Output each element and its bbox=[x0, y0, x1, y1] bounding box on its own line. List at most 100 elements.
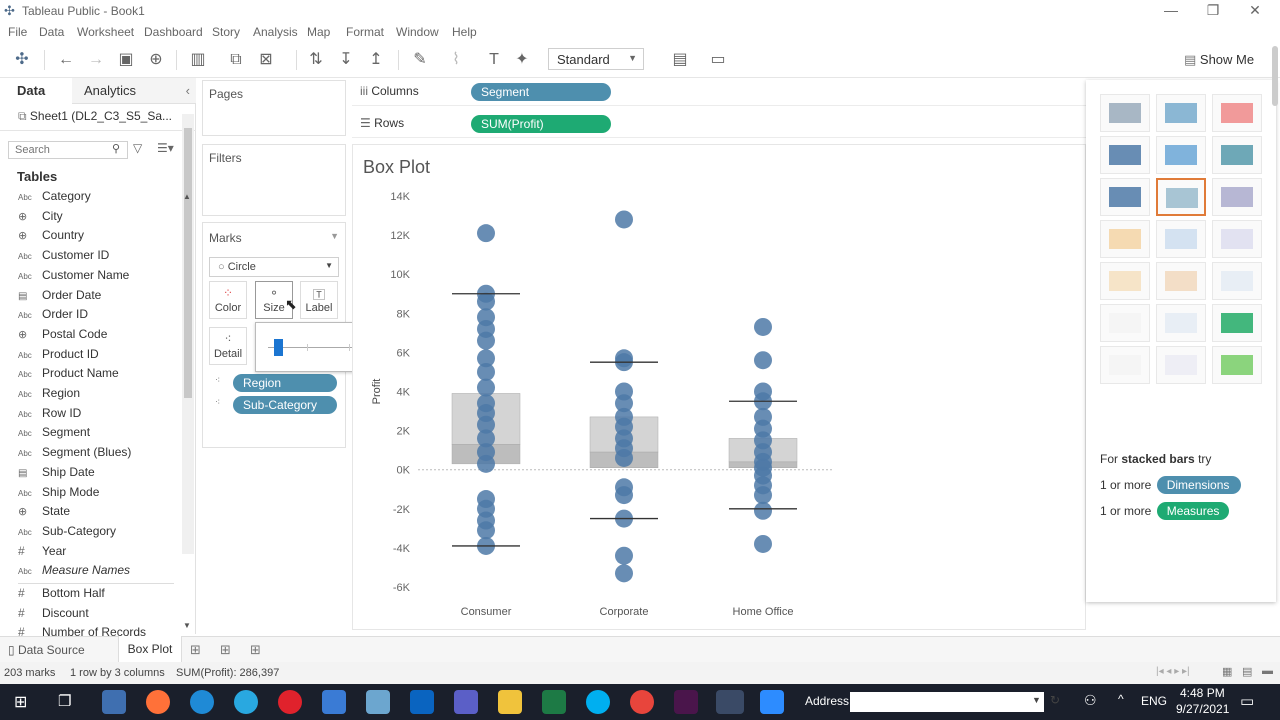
chart-type-thumbnail[interactable] bbox=[1100, 136, 1150, 174]
profit-rows-pill[interactable]: SUM(Profit) bbox=[471, 115, 611, 133]
scroll-down-icon[interactable]: ▼ bbox=[183, 621, 191, 630]
edge-icon[interactable] bbox=[190, 690, 214, 714]
field-item[interactable]: # Discount bbox=[18, 606, 89, 625]
detail-button[interactable]: ⁖ Detail bbox=[209, 327, 247, 365]
show-me-button[interactable]: ▤ Show Me bbox=[1176, 43, 1276, 77]
address-go-icon[interactable]: ↻ bbox=[1050, 693, 1060, 707]
tab-box-plot[interactable]: Box Plot bbox=[118, 636, 182, 663]
sort-descending-icon[interactable]: ↥ bbox=[366, 50, 386, 70]
tableau-public-taskbar-icon[interactable] bbox=[716, 690, 744, 714]
outlook-icon[interactable] bbox=[410, 690, 434, 714]
chart-type-thumbnail[interactable] bbox=[1100, 220, 1150, 258]
restore-button[interactable]: ❐ bbox=[1198, 2, 1228, 19]
skype-icon[interactable] bbox=[586, 690, 610, 714]
size-slider-handle[interactable] bbox=[274, 339, 283, 356]
chart-type-thumbnail[interactable] bbox=[1156, 178, 1206, 216]
store-icon[interactable] bbox=[322, 690, 346, 714]
field-item[interactable]: ⊕ City bbox=[18, 209, 63, 228]
view-options-icon[interactable]: ☰▾ bbox=[157, 141, 174, 155]
chart-type-thumbnail[interactable] bbox=[1156, 346, 1206, 384]
menu-help[interactable]: Help bbox=[452, 25, 477, 39]
highlight-icon[interactable]: ✎ bbox=[410, 50, 430, 70]
field-item[interactable]: Abc Region bbox=[18, 386, 80, 405]
sheet-sorter-icon[interactable]: ▦ bbox=[1222, 665, 1232, 678]
notes-icon[interactable] bbox=[366, 690, 390, 714]
group-icon[interactable]: ⌇ bbox=[446, 50, 466, 70]
field-item[interactable]: ⊕ Postal Code bbox=[18, 327, 107, 346]
menu-file[interactable]: File bbox=[8, 25, 27, 39]
tableau-home-icon[interactable]: ✣ bbox=[12, 50, 32, 70]
chart-type-thumbnail[interactable] bbox=[1100, 262, 1150, 300]
slack-icon[interactable] bbox=[674, 690, 698, 714]
task-view-icon[interactable]: ❐ bbox=[58, 692, 71, 710]
chart-type-thumbnail[interactable] bbox=[1212, 94, 1262, 132]
chart-type-thumbnail[interactable] bbox=[1212, 220, 1262, 258]
chart-type-thumbnail[interactable] bbox=[1100, 346, 1150, 384]
new-worksheet-icon[interactable]: ⊞ bbox=[190, 642, 201, 658]
search-input[interactable] bbox=[8, 141, 128, 159]
tab-data-source[interactable]: ▯ Data Source bbox=[0, 637, 118, 663]
first-sheet-icon[interactable]: |◂ ◂ ▸ ▸| bbox=[1156, 666, 1190, 677]
menu-map[interactable]: Map bbox=[307, 25, 330, 39]
chart-type-thumbnail[interactable] bbox=[1100, 178, 1150, 216]
minimize-button[interactable]: — bbox=[1156, 2, 1186, 18]
language-indicator[interactable]: ENG bbox=[1141, 694, 1167, 708]
windows-start-icon[interactable]: ⊞ bbox=[14, 692, 27, 712]
chart-type-thumbnail[interactable] bbox=[1156, 94, 1206, 132]
chart-type-thumbnail[interactable] bbox=[1212, 178, 1262, 216]
menu-worksheet[interactable]: Worksheet bbox=[77, 25, 134, 39]
chart-type-thumbnail[interactable] bbox=[1212, 346, 1262, 384]
duplicate-sheet-icon[interactable]: ⧉ bbox=[226, 50, 246, 70]
ie-icon[interactable] bbox=[234, 690, 258, 714]
mark-type-select[interactable]: ○ Circle ▼ bbox=[209, 257, 339, 277]
field-item[interactable]: Abc Customer Name bbox=[18, 268, 129, 287]
field-item[interactable]: # Bottom Half bbox=[18, 586, 105, 605]
fix-axes-icon[interactable]: ✦ bbox=[512, 50, 532, 70]
tabs-view-icon[interactable]: ▬ bbox=[1262, 665, 1273, 677]
field-item[interactable]: Abc Product Name bbox=[18, 366, 119, 385]
menu-format[interactable]: Format bbox=[346, 25, 384, 39]
chart-type-thumbnail[interactable] bbox=[1156, 136, 1206, 174]
chart-type-thumbnail[interactable] bbox=[1212, 136, 1262, 174]
filters-card[interactable]: Filters bbox=[202, 144, 346, 216]
collapse-pane-icon[interactable]: ‹ bbox=[186, 78, 190, 104]
field-item[interactable]: Abc Measure Names bbox=[18, 563, 130, 582]
field-item[interactable]: Abc Row ID bbox=[18, 406, 81, 425]
show-me-scrollbar[interactable] bbox=[1272, 46, 1278, 106]
field-item[interactable]: Abc Product ID bbox=[18, 347, 99, 366]
new-worksheet-icon[interactable]: ▥ bbox=[188, 50, 208, 70]
clock-time[interactable]: 4:48 PM bbox=[1180, 686, 1225, 700]
save-icon[interactable]: ▣ bbox=[116, 50, 136, 70]
show-cards-icon[interactable]: ▤ bbox=[670, 50, 690, 70]
sort-ascending-icon[interactable]: ↧ bbox=[336, 50, 356, 70]
field-item[interactable]: Abc Order ID bbox=[18, 307, 88, 326]
undo-icon[interactable]: ← bbox=[56, 50, 76, 70]
field-item[interactable]: ⊕ Country bbox=[18, 228, 84, 247]
firefox-icon[interactable] bbox=[146, 690, 170, 714]
field-item[interactable]: Abc Customer ID bbox=[18, 248, 109, 267]
excel-icon[interactable] bbox=[542, 690, 566, 714]
address-dropdown-icon[interactable]: ▼ bbox=[1032, 695, 1041, 705]
file-explorer-icon[interactable] bbox=[498, 690, 522, 714]
tab-analytics[interactable]: Analytics ‹ bbox=[72, 78, 196, 104]
marks-menu-icon[interactable]: ▼ bbox=[330, 231, 339, 241]
region-detail-pill[interactable]: Region bbox=[233, 374, 337, 392]
label-button[interactable]: 🅃 Label bbox=[300, 281, 338, 319]
field-item[interactable]: Abc Segment (Blues) bbox=[18, 445, 131, 464]
teams-icon[interactable] bbox=[454, 690, 478, 714]
filter-icon[interactable]: ▽ bbox=[133, 141, 142, 155]
menu-analysis[interactable]: Analysis bbox=[253, 25, 298, 39]
new-story-icon[interactable]: ⊞ bbox=[250, 642, 261, 658]
new-datasource-icon[interactable]: ⊕ bbox=[146, 50, 166, 70]
chart-type-thumbnail[interactable] bbox=[1100, 94, 1150, 132]
tray-chevron-icon[interactable]: ^ bbox=[1118, 692, 1124, 706]
people-icon[interactable]: ⚇ bbox=[1084, 692, 1097, 709]
filmstrip-icon[interactable]: ▤ bbox=[1242, 665, 1252, 678]
tab-data[interactable]: Data bbox=[0, 78, 72, 104]
menu-data[interactable]: Data bbox=[39, 25, 64, 39]
field-item[interactable]: ⊕ State bbox=[18, 504, 70, 523]
color-button[interactable]: ⁘ Color bbox=[209, 281, 247, 319]
chrome-icon[interactable] bbox=[630, 690, 654, 714]
field-item[interactable]: Abc Category bbox=[18, 189, 91, 208]
close-button[interactable]: ✕ bbox=[1240, 2, 1270, 19]
